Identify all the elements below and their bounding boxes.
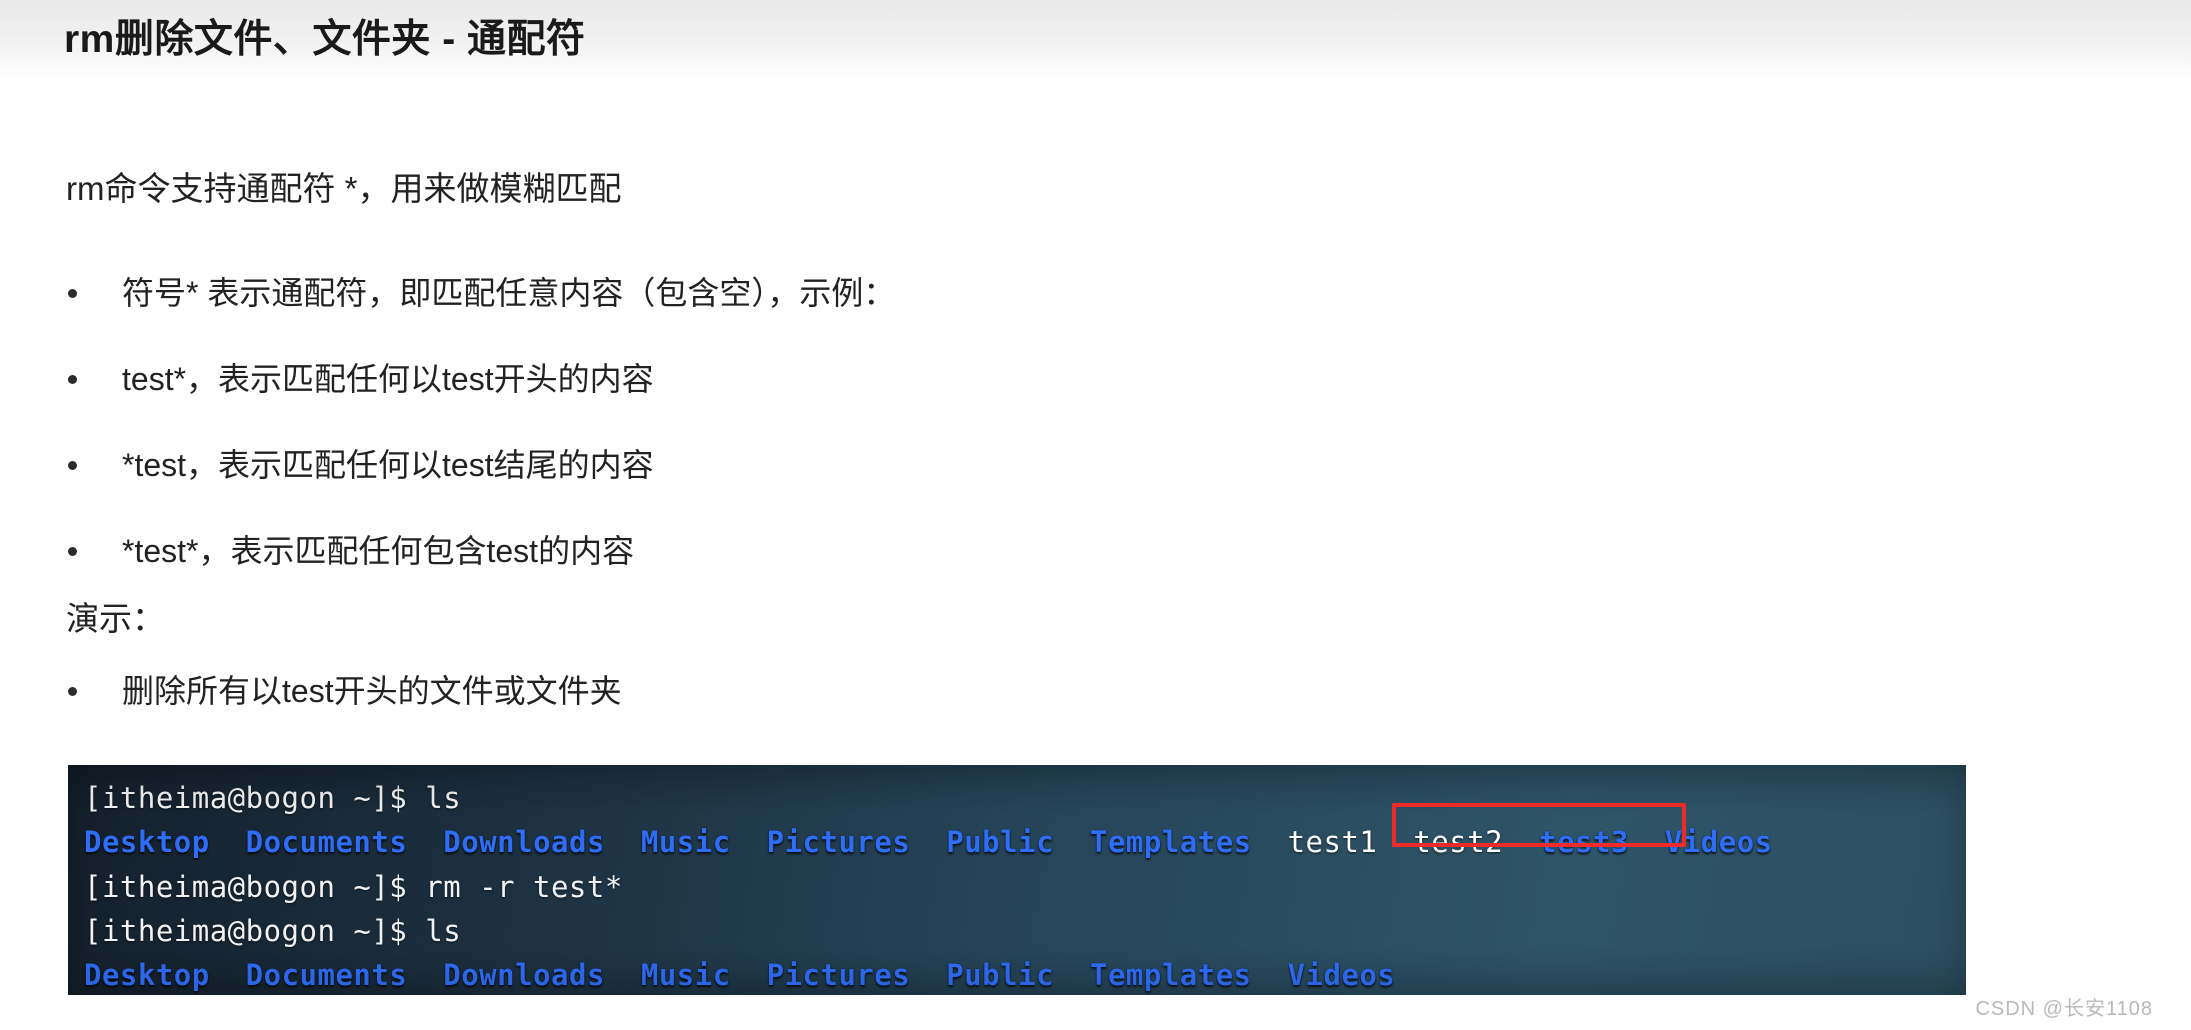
ls-entry-documents: Documents — [245, 958, 408, 992]
list-item-label: *test，表示匹配任何以test结尾的内容 — [122, 447, 654, 483]
ls-entry-downloads: Downloads — [443, 825, 605, 859]
terminal-line-command: [itheima@bogon ~]$ ls — [84, 784, 461, 813]
terminal-prompt: [itheima@bogon ~]$ — [84, 914, 408, 948]
list-item: *test*，表示匹配任何包含test的内容 — [0, 508, 2191, 594]
bullet-dot-icon — [68, 289, 77, 298]
demo-section-label: 演示： — [66, 600, 165, 637]
list-item: *test，表示匹配任何以test结尾的内容 — [0, 422, 2191, 508]
watermark: CSDN @长安1108 — [1975, 998, 2153, 1020]
ls-entry-templates: Templates — [1089, 958, 1252, 992]
terminal-prompt: [itheima@bogon ~]$ — [84, 781, 408, 815]
header-band: rm删除文件、文件夹 - 通配符 — [0, 0, 2191, 82]
list-item-label: 删除所有以test开头的文件或文件夹 — [122, 673, 622, 709]
ls-entry-templates: Templates — [1089, 825, 1252, 859]
lead-paragraph: rm命令支持通配符 *，用来做模糊匹配 — [66, 170, 622, 207]
ls-entry-music: Music — [640, 958, 731, 992]
list-item: test*，表示匹配任何以test开头的内容 — [0, 336, 2191, 422]
bullet-dot-icon — [68, 461, 77, 470]
terminal-line-output: Desktop Documents Downloads Music Pictures Pu… — [84, 828, 1773, 857]
ls-entry-test2: test2 — [1413, 825, 1504, 859]
list-item-label: test*，表示匹配任何以test开头的内容 — [122, 361, 654, 397]
ls-entry-desktop: Desktop — [84, 958, 210, 992]
ls-entry-music: Music — [640, 825, 731, 859]
terminal-command: rm -r test* — [425, 870, 623, 904]
bullet-dot-icon — [68, 687, 77, 696]
demo-bullet-list: 删除所有以test开头的文件或文件夹 — [0, 648, 2191, 734]
terminal-line-output: Desktop Documents Downloads Music Pictures Pu… — [84, 961, 1395, 990]
terminal-line-command: [itheima@bogon ~]$ ls — [84, 917, 461, 946]
ls-entry-public: Public — [946, 825, 1055, 859]
ls-entry-videos: Videos — [1287, 958, 1396, 992]
terminal-line-command: [itheima@bogon ~]$ rm -r test* — [84, 873, 623, 902]
ls-entry-public: Public — [946, 958, 1055, 992]
list-item: 删除所有以test开头的文件或文件夹 — [0, 648, 2191, 734]
ls-entry-desktop: Desktop — [84, 825, 210, 859]
ls-entry-test1: test1 — [1287, 825, 1378, 859]
ls-entry-pictures: Pictures — [766, 825, 911, 859]
list-item-label: *test*，表示匹配任何包含test的内容 — [122, 533, 635, 569]
bullet-dot-icon — [68, 547, 77, 556]
list-item-label: 符号* 表示通配符，即匹配任意内容（包含空），示例： — [122, 275, 896, 311]
terminal-command: ls — [425, 781, 462, 815]
wildcard-bullet-list: 符号* 表示通配符，即匹配任意内容（包含空），示例： test*，表示匹配任何以… — [0, 250, 2191, 594]
ls-entry-pictures: Pictures — [766, 958, 911, 992]
terminal-prompt: [itheima@bogon ~]$ — [84, 870, 408, 904]
bullet-dot-icon — [68, 375, 77, 384]
ls-entry-documents: Documents — [245, 825, 408, 859]
list-item: 符号* 表示通配符，即匹配任意内容（包含空），示例： — [0, 250, 2191, 336]
ls-entry-downloads: Downloads — [443, 958, 605, 992]
page-title: rm删除文件、文件夹 - 通配符 — [64, 18, 586, 61]
terminal-window[interactable]: [itheima@bogon ~]$ ls Desktop Documents Dow… — [68, 765, 1966, 995]
terminal-command: ls — [425, 914, 462, 948]
ls-entry-videos: Videos — [1664, 825, 1773, 859]
ls-entry-test3: test3 — [1539, 825, 1629, 859]
